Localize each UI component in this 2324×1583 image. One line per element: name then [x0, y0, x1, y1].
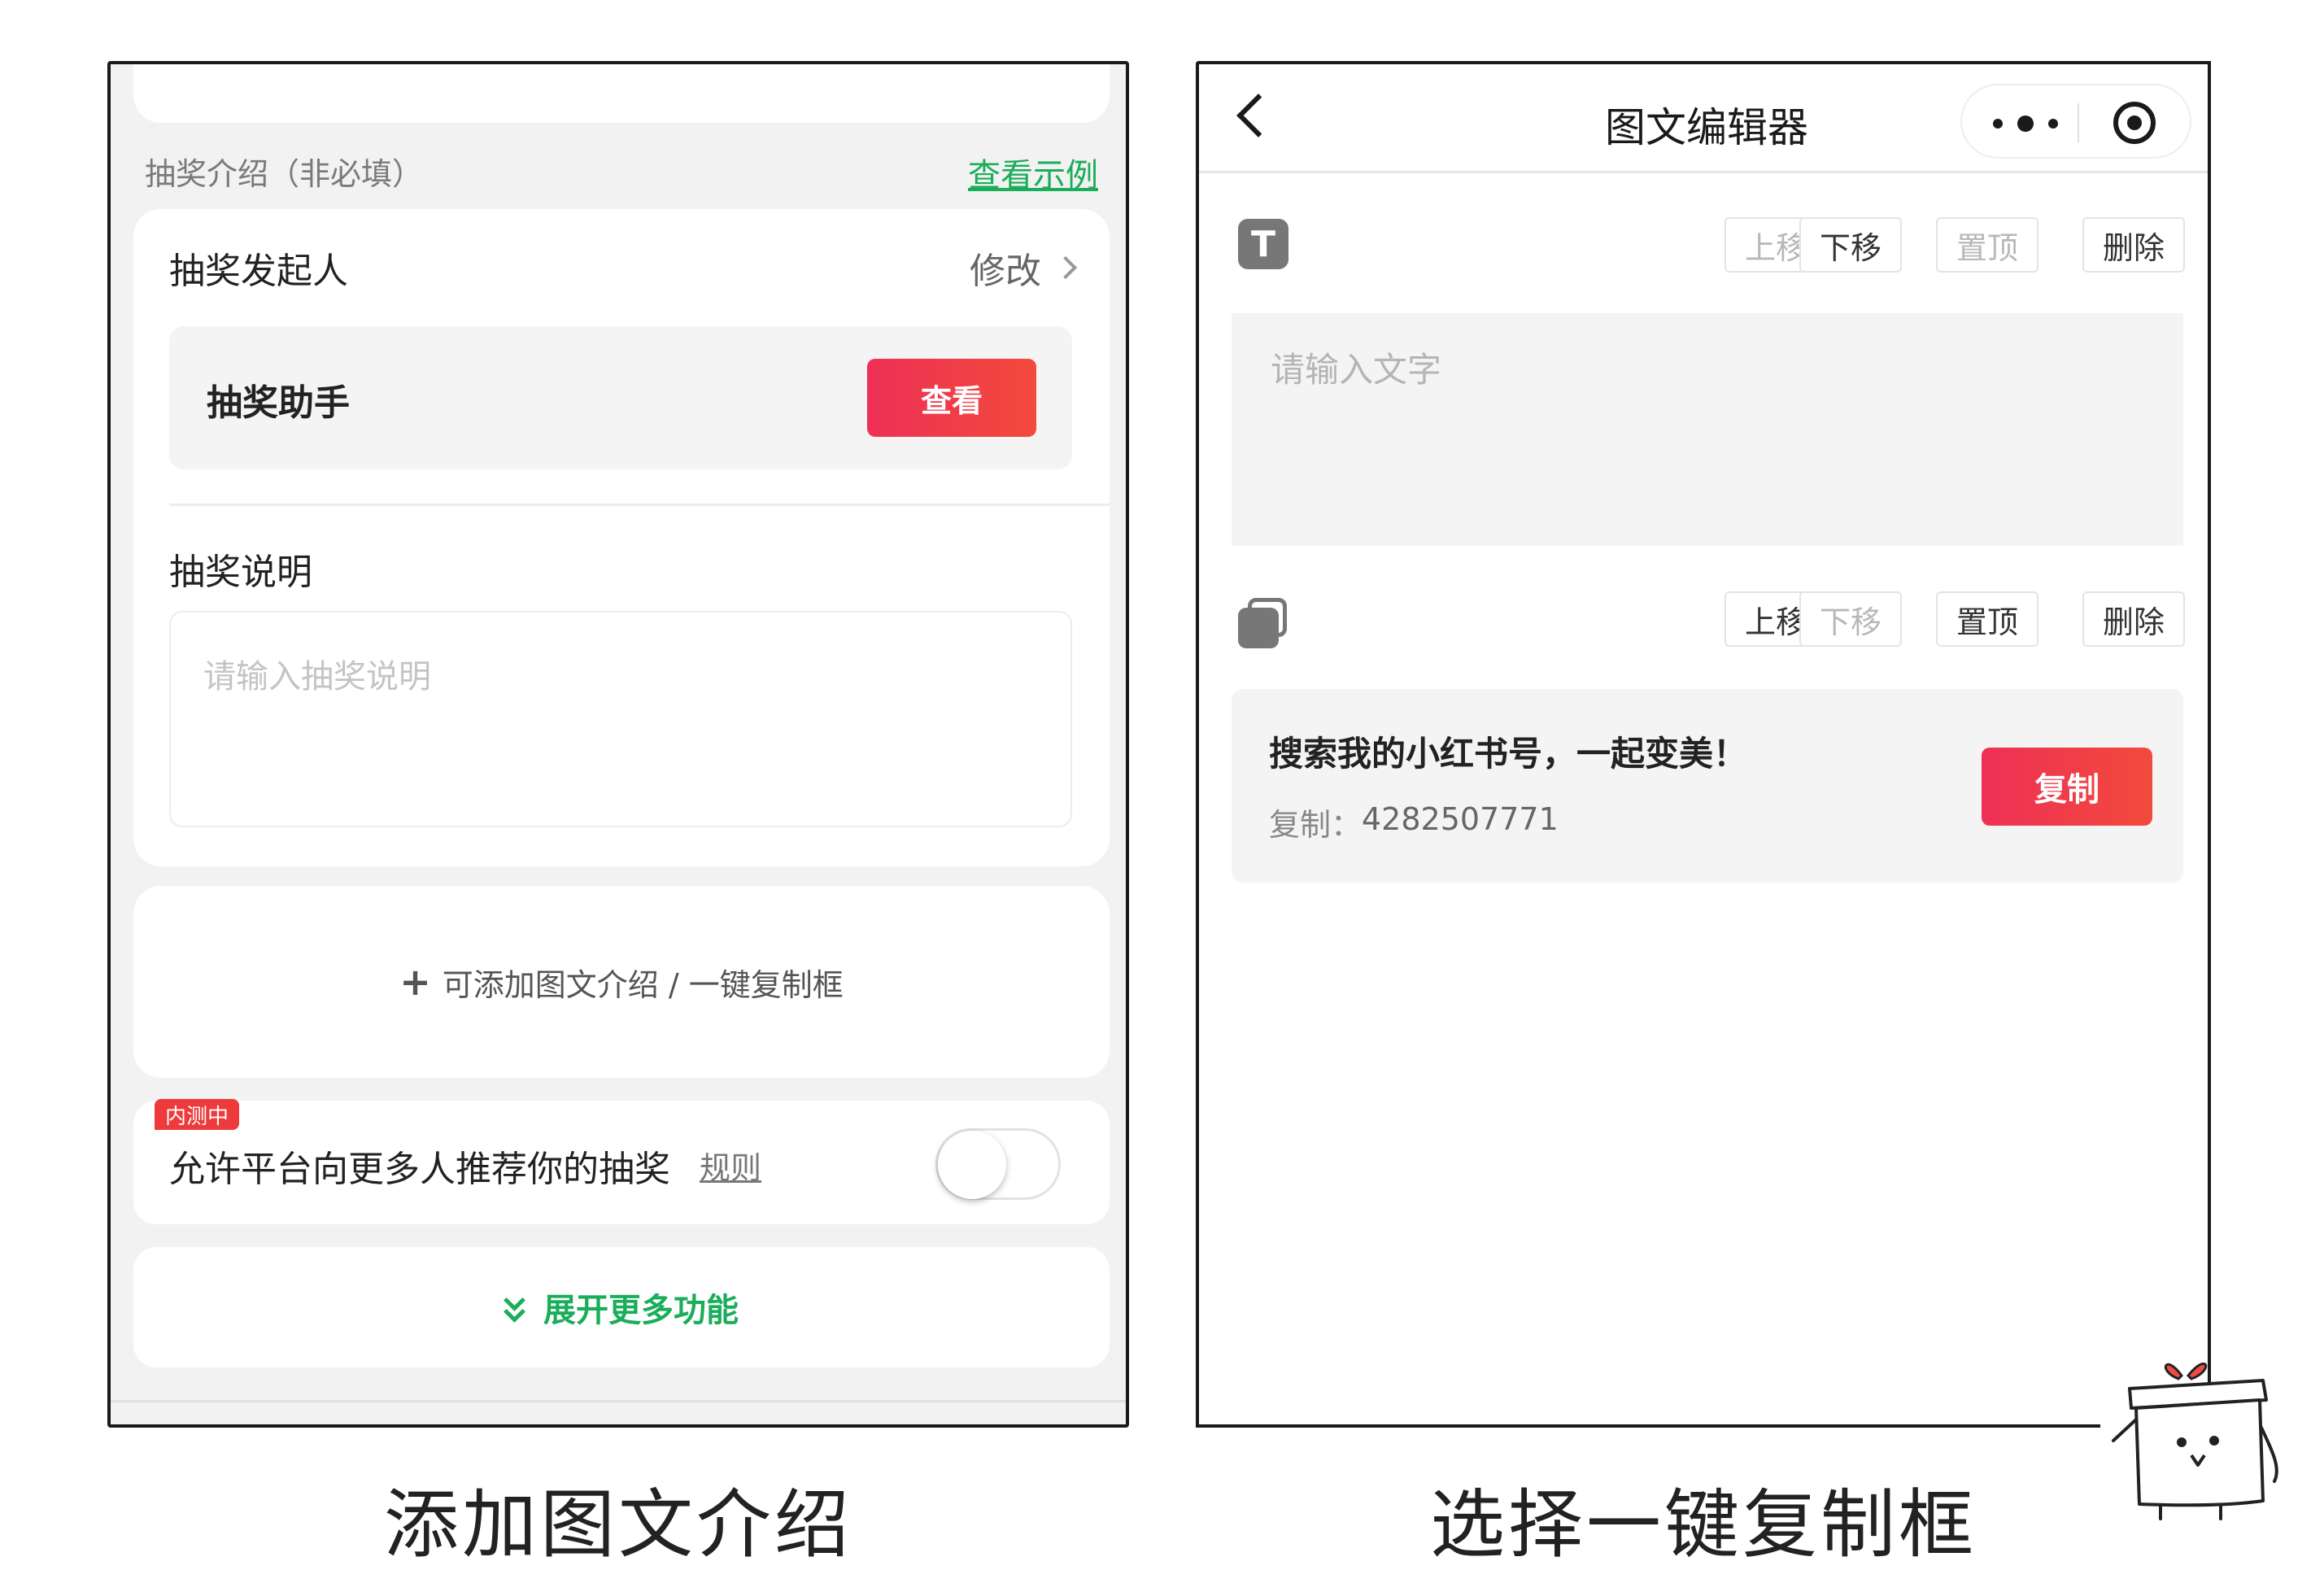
text-block-icon: T — [1238, 219, 1288, 269]
copy-value: 4282507771 — [1362, 801, 1559, 837]
modify-sponsor-link[interactable]: 修改 — [970, 242, 1078, 294]
rules-link[interactable]: 规则 — [700, 1143, 761, 1188]
previous-section-card — [133, 64, 1110, 123]
copy-block-move-down-button[interactable]: 下移 — [1799, 591, 1902, 647]
recommend-text: 允许平台向更多人推荐你的抽奖 — [169, 1149, 670, 1190]
chevron-right-icon — [1053, 255, 1078, 280]
copy-block-icon — [1238, 598, 1288, 648]
more-dots-icon[interactable] — [1993, 116, 2058, 132]
description-input[interactable]: 请输入抽奖说明 — [169, 611, 1072, 827]
beta-badge: 内测中 — [155, 1099, 239, 1130]
plus-icon: + — [399, 960, 431, 1004]
capsule-separator — [2078, 103, 2079, 142]
sponsor-card: 抽奖发起人 修改 抽奖助手 查看 抽奖说明 请输入抽奖说明 — [133, 209, 1110, 866]
view-sponsor-button[interactable]: 查看 — [867, 359, 1036, 437]
frame-edge — [2208, 61, 2211, 1346]
expand-card[interactable]: 展开更多功能 — [133, 1247, 1110, 1367]
sponsor-title: 抽奖发起人 — [169, 251, 348, 292]
frame-edge — [1196, 1424, 2100, 1428]
copy-card-title: 搜索我的小红书号，一起变美！ — [1269, 734, 1748, 774]
menu-capsule — [1960, 84, 2191, 159]
recommend-card: 允许平台向更多人推荐你的抽奖 规则 — [133, 1101, 1110, 1224]
expand-more-button[interactable]: 展开更多功能 — [133, 1247, 1110, 1367]
sponsor-info-box: 抽奖助手 查看 — [169, 326, 1072, 469]
text-input[interactable]: 请输入文字 — [1232, 313, 2183, 546]
double-chevron-down-icon — [504, 1289, 525, 1323]
sponsor-name: 抽奖助手 — [207, 382, 350, 424]
bottom-divider — [111, 1400, 1126, 1402]
left-phone-screen: 抽奖介绍（非必填） 查看示例 抽奖发起人 修改 抽奖助手 查看 抽奖说明 请输入… — [107, 61, 1129, 1428]
text-block-delete-button[interactable]: 删除 — [2082, 217, 2185, 273]
copy-block-pin-top-button[interactable]: 置顶 — [1936, 591, 2038, 647]
close-target-icon[interactable] — [2113, 102, 2156, 144]
copy-label: 复制： — [1269, 807, 1363, 843]
navbar: 图文编辑器 — [1199, 64, 2208, 173]
description-placeholder: 请输入抽奖说明 — [203, 658, 431, 696]
right-phone-screen: 图文编辑器 T 上移 下移 置顶 删除 请输入文字 上移 下移 置顶 删除 搜索… — [1196, 61, 2211, 1428]
divider — [169, 504, 1110, 506]
add-block-button[interactable]: + 可添加图文介绍 / 一键复制框 — [133, 886, 1110, 1078]
text-block-move-down-button[interactable]: 下移 — [1799, 217, 1902, 273]
text-block-pin-top-button[interactable]: 置顶 — [1936, 217, 2038, 273]
modify-label: 修改 — [970, 251, 1041, 292]
description-title: 抽奖说明 — [169, 552, 312, 593]
add-block-label: 可添加图文介绍 / 一键复制框 — [442, 966, 844, 1003]
view-example-link[interactable]: 查看示例 — [968, 149, 1098, 196]
intro-section-label: 抽奖介绍（非必填） — [145, 156, 424, 192]
gift-box-mascot-icon — [2112, 1363, 2278, 1520]
copy-block-delete-button[interactable]: 删除 — [2082, 591, 2185, 647]
right-caption: 选择一键复制框 — [1429, 1481, 1977, 1568]
recommend-toggle[interactable] — [935, 1128, 1061, 1200]
text-input-placeholder: 请输入文字 — [1271, 350, 1442, 390]
copy-button[interactable]: 复制 — [1982, 748, 2152, 826]
left-caption: 添加图文介绍 — [383, 1481, 852, 1568]
add-block-card[interactable]: + 可添加图文介绍 / 一键复制框 — [133, 886, 1110, 1078]
copy-card: 搜索我的小红书号，一起变美！ 复制： 4282507771 复制 — [1232, 689, 2183, 883]
expand-label: 展开更多功能 — [543, 1292, 739, 1329]
toggle-knob — [938, 1131, 1006, 1199]
